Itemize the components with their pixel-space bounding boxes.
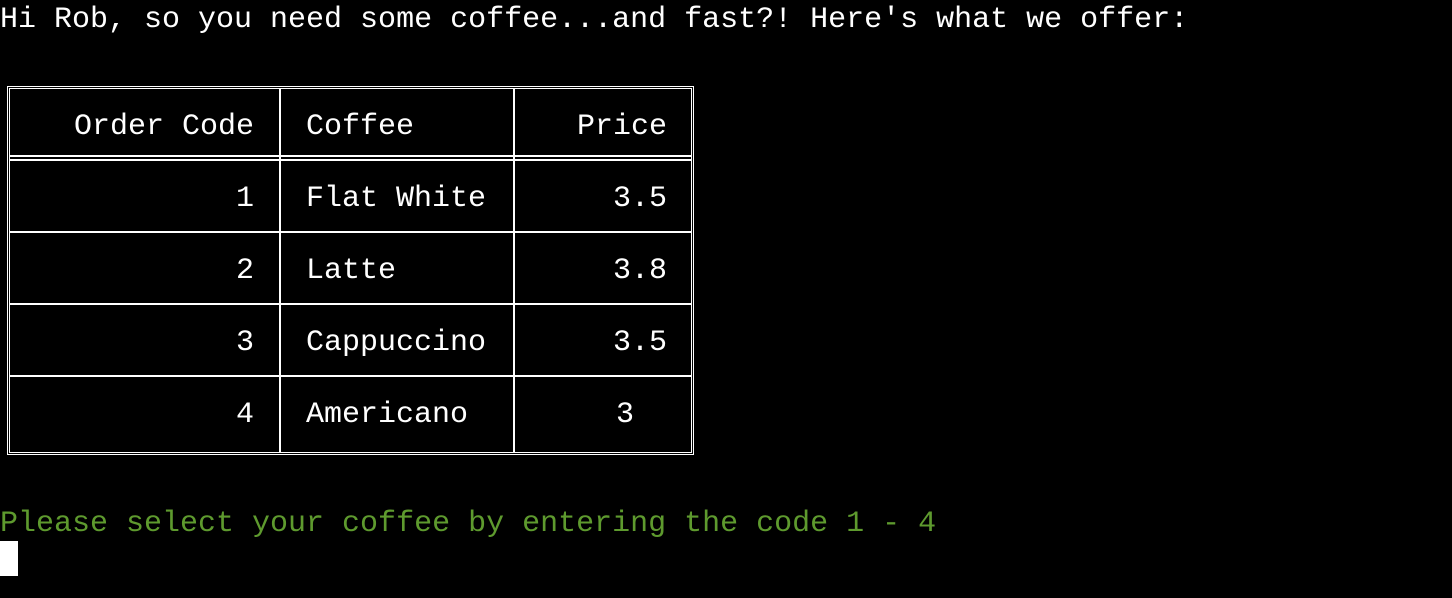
cell-price: 3.5 [612,182,667,216]
input-cursor[interactable] [0,541,18,576]
header-price: Price [576,110,667,144]
cell-price: 3 [616,398,635,432]
column-divider [279,89,281,452]
cell-price: 3.8 [612,254,667,288]
coffee-menu-table: Order Code Coffee Price 1 Flat White 3.5… [7,86,694,455]
row-divider [10,375,691,377]
cell-coffee: Cappuccino [306,326,487,360]
cell-order-code: 1 [235,182,254,216]
header-divider [10,155,691,161]
row-divider [10,231,691,233]
cell-order-code: 2 [235,254,254,288]
header-order-code: Order Code [73,110,254,144]
greeting-text: Hi Rob, so you need some coffee...and fa… [0,3,1189,37]
cell-price: 3.5 [612,326,667,360]
selection-prompt: Please select your coffee by entering th… [0,507,937,541]
cell-coffee: Americano [306,398,469,432]
cell-order-code: 3 [235,326,254,360]
row-divider [10,303,691,305]
header-coffee: Coffee [306,110,415,144]
cell-coffee: Latte [306,254,397,288]
cell-coffee: Flat White [306,182,487,216]
cell-order-code: 4 [235,398,254,432]
